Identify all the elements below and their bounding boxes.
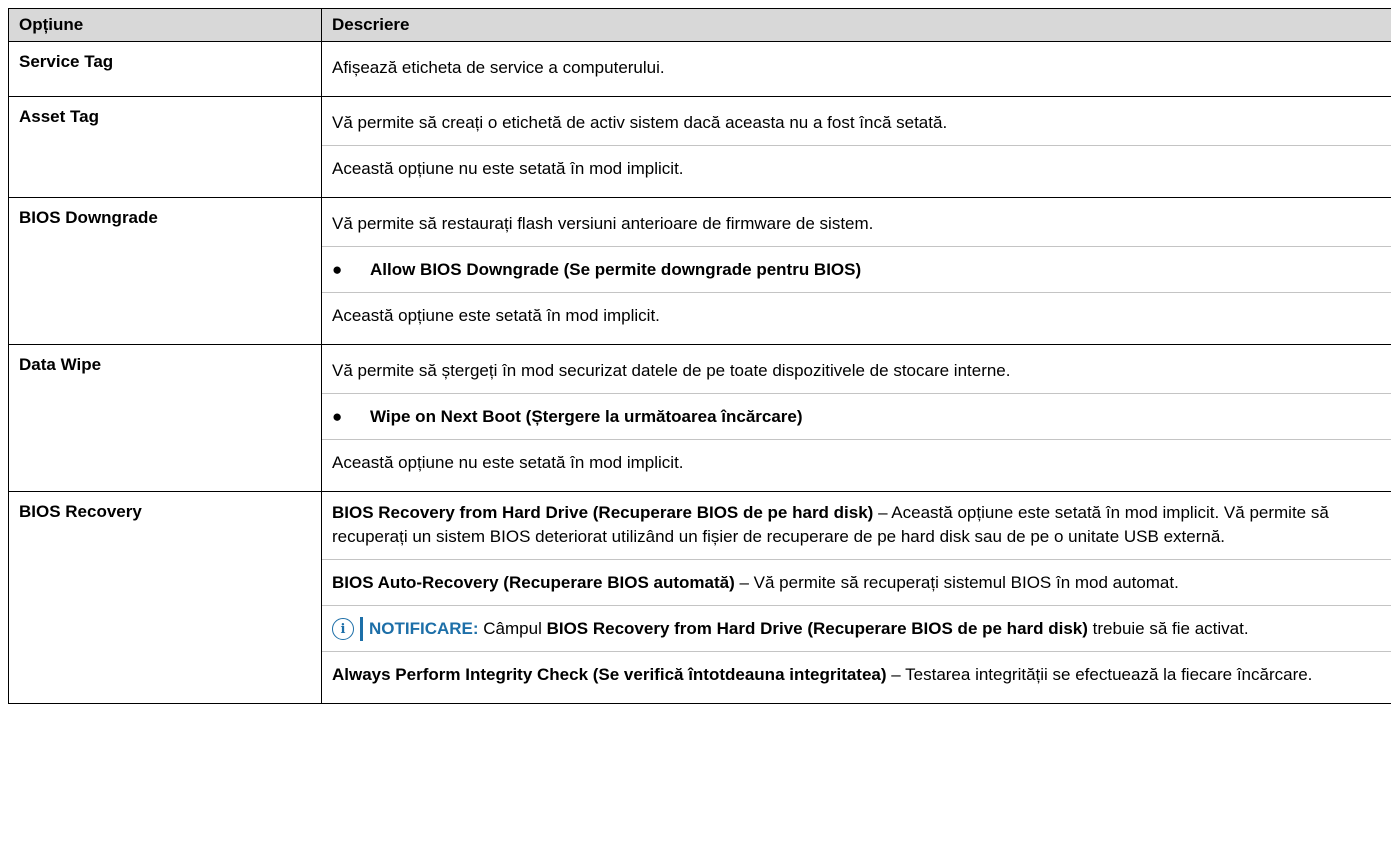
divider: Această opțiune nu este setată în mod im… xyxy=(322,439,1391,475)
bios-options-table: Opțiune Descriere Service Tag Afișează e… xyxy=(8,8,1391,704)
option-name: Asset Tag xyxy=(8,96,322,198)
bullet-icon: ● xyxy=(332,260,343,279)
table-row: Data Wipe Vă permite să ștergeți în mod … xyxy=(8,344,1391,492)
integrity-check-desc: – Testarea integrității se efectuează la… xyxy=(886,665,1313,684)
table-row: BIOS Recovery BIOS Recovery from Hard Dr… xyxy=(8,491,1391,704)
info-icon: i xyxy=(332,618,354,640)
bullet-item: ● Wipe on Next Boot (Ștergere la următoar… xyxy=(332,405,1381,429)
bullet-item: ● Allow BIOS Downgrade (Se permite downgr… xyxy=(332,258,1381,282)
description-text: Vă permite să ștergeți în mod securizat … xyxy=(332,361,1011,380)
option-description: Vă permite să ștergeți în mod securizat … xyxy=(321,344,1391,492)
default-state-text: Această opțiune nu este setată în mod im… xyxy=(332,159,684,178)
integrity-check-text: Always Perform Integrity Check (Se verif… xyxy=(332,663,1381,687)
auto-recovery-desc: – Vă permite să recuperați sistemul BIOS… xyxy=(734,573,1179,592)
divider: ● Allow BIOS Downgrade (Se permite downgr… xyxy=(322,246,1391,282)
option-name: BIOS Recovery xyxy=(8,491,322,704)
description-text: Afișează eticheta de service a computeru… xyxy=(332,58,665,77)
table-header-row: Opțiune Descriere xyxy=(8,8,1391,42)
note-post: trebuie să fie activat. xyxy=(1087,619,1249,638)
note-bold: BIOS Recovery from Hard Drive (Recuperar… xyxy=(546,619,1088,638)
note-text: NOTIFICARE: Câmpul BIOS Recovery from Ha… xyxy=(360,617,1249,641)
bullet-text: Allow BIOS Downgrade (Se permite downgra… xyxy=(370,260,862,279)
auto-recovery-label: BIOS Auto-Recovery (Recuperare BIOS auto… xyxy=(332,573,735,592)
option-description: BIOS Recovery from Hard Drive (Recuperar… xyxy=(321,491,1391,704)
divider: Always Perform Integrity Check (Se verif… xyxy=(322,651,1391,687)
bullet-icon: ● xyxy=(332,407,343,426)
description-text: Vă permite să creați o etichetă de activ… xyxy=(332,113,948,132)
option-name: BIOS Downgrade xyxy=(8,197,322,345)
option-description: Afișează eticheta de service a computeru… xyxy=(321,41,1391,97)
option-name: Service Tag xyxy=(8,41,322,97)
divider: Această opțiune nu este setată în mod im… xyxy=(322,145,1391,181)
table-row: BIOS Downgrade Vă permite să restaurați … xyxy=(8,197,1391,345)
option-name: Data Wipe xyxy=(8,344,322,492)
note-pre: Câmpul xyxy=(478,619,547,638)
column-header-description: Descriere xyxy=(321,8,1391,42)
bullet-text: Wipe on Next Boot (Ștergere la următoare… xyxy=(370,407,803,426)
description-text: Vă permite să restaurați flash versiuni … xyxy=(332,214,874,233)
note-callout: i NOTIFICARE: Câmpul BIOS Recovery from … xyxy=(332,617,1381,641)
table-row: Service Tag Afișează eticheta de service… xyxy=(8,41,1391,97)
default-state-text: Această opțiune este setată în mod impli… xyxy=(332,306,660,325)
option-description: Vă permite să restaurați flash versiuni … xyxy=(321,197,1391,345)
note-label: NOTIFICARE: xyxy=(369,619,479,638)
divider: ● Wipe on Next Boot (Ștergere la următoar… xyxy=(322,393,1391,429)
divider: Această opțiune este setată în mod impli… xyxy=(322,292,1391,328)
recovery-from-hdd-label: BIOS Recovery from Hard Drive (Recuperar… xyxy=(332,503,874,522)
divider: i NOTIFICARE: Câmpul BIOS Recovery from … xyxy=(322,605,1391,641)
table-row: Asset Tag Vă permite să creați o etichet… xyxy=(8,96,1391,198)
option-description: Vă permite să creați o etichetă de activ… xyxy=(321,96,1391,198)
integrity-check-label: Always Perform Integrity Check (Se verif… xyxy=(332,665,887,684)
auto-recovery-text: BIOS Auto-Recovery (Recuperare BIOS auto… xyxy=(332,571,1381,595)
column-header-option: Opțiune xyxy=(8,8,322,42)
default-state-text: Această opțiune nu este setată în mod im… xyxy=(332,453,684,472)
recovery-from-hdd-text: BIOS Recovery from Hard Drive (Recuperar… xyxy=(332,501,1381,549)
divider: BIOS Auto-Recovery (Recuperare BIOS auto… xyxy=(322,559,1391,595)
